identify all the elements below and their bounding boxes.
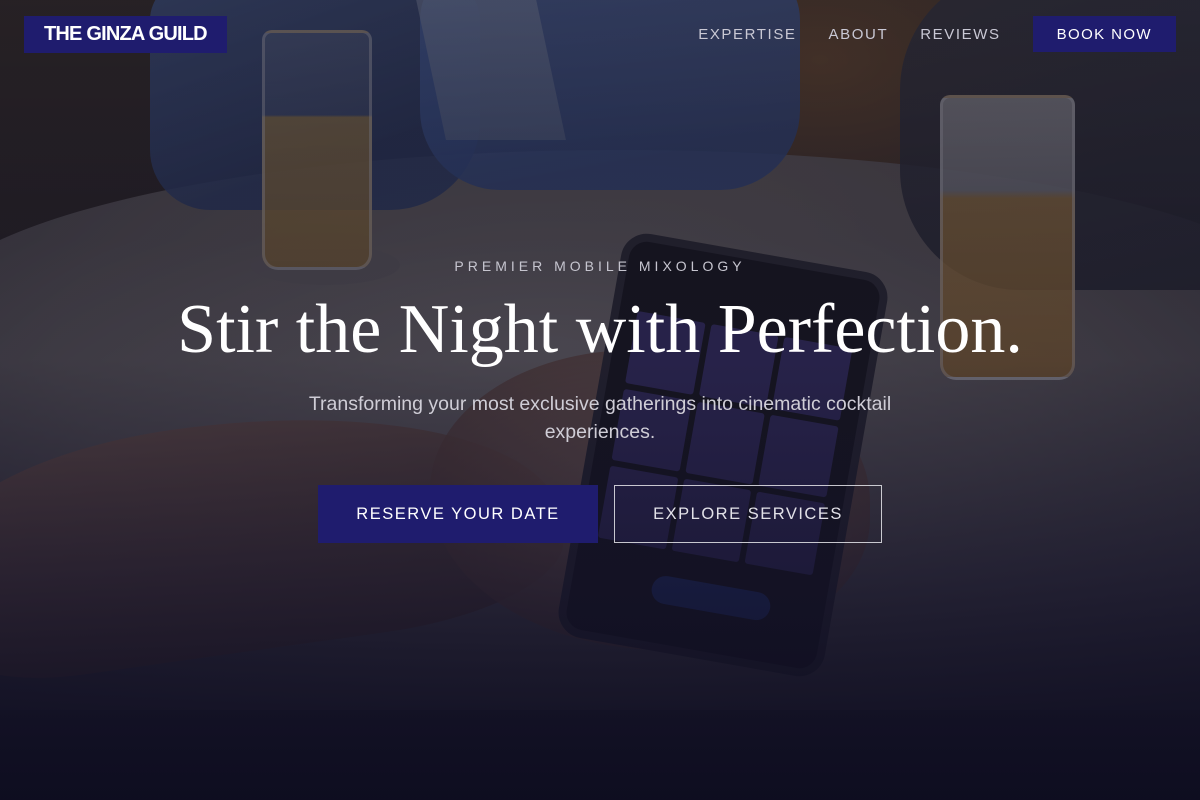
book-now-button[interactable]: BOOK NOW: [1032, 16, 1176, 52]
hero-subhead: Transforming your most exclusive gatheri…: [308, 393, 892, 443]
hero-eyebrow: PREMIER MOBILE MIXOLOGY: [454, 258, 746, 274]
nav-link-about[interactable]: ABOUT: [829, 26, 889, 43]
nav-link-expertise[interactable]: EXPERTISE: [698, 26, 796, 43]
nav-link-reviews[interactable]: REVIEWS: [920, 26, 1000, 43]
site-logo[interactable]: THE GINZA GUILD: [24, 15, 227, 53]
hero-headline: Stir the Night with Perfection.: [177, 291, 1023, 368]
reserve-date-button[interactable]: RESERVE YOUR DATE: [318, 485, 598, 543]
hero-section: PREMIER MOBILE MIXOLOGY Stir the Night w…: [0, 0, 1200, 800]
hero-cta-group: RESERVE YOUR DATE EXPLORE SERVICES: [0, 485, 1200, 543]
main-nav: EXPERTISE ABOUT REVIEWS BOOK NOW: [698, 16, 1176, 52]
site-header: THE GINZA GUILD EXPERTISE ABOUT REVIEWS …: [0, 0, 1200, 68]
explore-services-button[interactable]: EXPLORE SERVICES: [614, 485, 882, 543]
